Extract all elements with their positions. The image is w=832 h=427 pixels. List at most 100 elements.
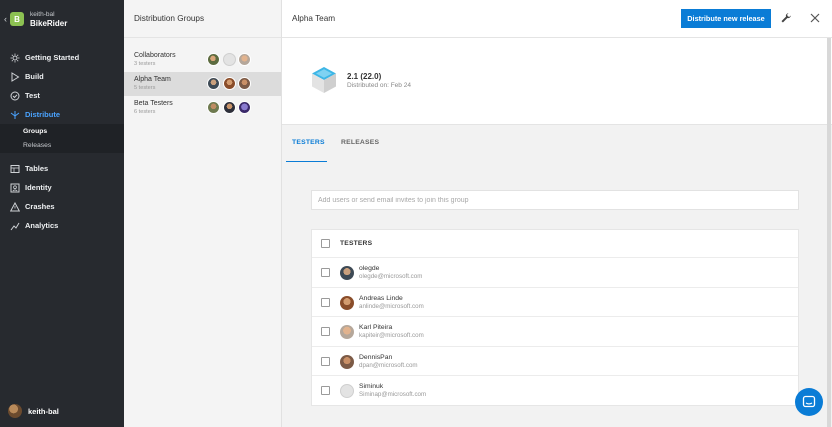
invite-input[interactable] <box>311 190 799 210</box>
wrench-icon[interactable] <box>780 12 792 24</box>
release-summary: 2.1 (22.0) Distributed on: Feb 24 <box>282 38 832 124</box>
nav-item-tables[interactable]: Tables <box>0 159 124 178</box>
table-row[interactable]: Karl Piteira kapiteir@microsoft.com <box>312 317 798 347</box>
nav-subitem-groups[interactable]: Groups <box>0 124 124 139</box>
tester-email: dpan@microsoft.com <box>359 361 418 369</box>
tester-email: olegde@microsoft.com <box>359 273 423 280</box>
nav-label: Tables <box>25 164 49 173</box>
tester-email: kapiteir@microsoft.com <box>359 332 424 339</box>
close-icon[interactable] <box>809 12 821 24</box>
nav-item-test[interactable]: Test <box>0 86 124 105</box>
check-circle-icon <box>9 90 20 101</box>
avatar <box>222 77 236 90</box>
main-header: Alpha Team Distribute new release <box>282 0 832 38</box>
avatar <box>222 53 236 66</box>
tester-name: Karl Piteira <box>359 324 393 331</box>
avatar <box>207 53 220 66</box>
select-all-checkbox[interactable] <box>321 239 330 248</box>
row-checkbox[interactable] <box>321 386 330 395</box>
app-header[interactable]: ‹ B keith-bal BikeRider <box>0 0 124 38</box>
scrollbar[interactable] <box>827 38 831 427</box>
nav-label: Analytics <box>25 221 59 230</box>
nav-item-getting-started[interactable]: Getting Started <box>0 48 124 67</box>
group-item-alpha-team[interactable]: Alpha Team 5 testers <box>124 72 281 96</box>
groups-panel: Distribution Groups Collaborators 3 test… <box>124 0 282 427</box>
group-name: Beta Testers <box>134 100 173 107</box>
release-date: Distributed on: Feb 24 <box>347 82 411 89</box>
testers-content: TESTERS olegde olegde@microsoft.com Andr… <box>282 162 832 427</box>
sun-icon <box>9 52 20 63</box>
warning-icon <box>9 201 20 212</box>
tester-name: DennisPan <box>359 353 393 361</box>
column-header: TESTERS <box>340 240 373 247</box>
nav-item-distribute[interactable]: Distribute <box>0 105 124 124</box>
scrollbar-thumb[interactable] <box>827 38 831 427</box>
table-row[interactable]: olegde olegde@microsoft.com <box>312 258 798 288</box>
tab-testers[interactable]: TESTERS <box>292 139 325 146</box>
table-row[interactable]: Andreas Linde anlinde@microsoft.com <box>312 288 798 317</box>
chat-button[interactable] <box>795 388 823 416</box>
user-name: keith-bal <box>28 406 59 416</box>
distribute-icon <box>9 109 20 120</box>
play-icon <box>9 71 20 82</box>
avatar <box>340 266 354 280</box>
nav-subitem-releases[interactable]: Releases <box>0 139 124 154</box>
avatar <box>340 354 354 369</box>
avatar <box>340 384 354 398</box>
testers-table: TESTERS olegde olegde@microsoft.com Andr… <box>311 229 799 406</box>
identity-icon <box>9 182 20 193</box>
groups-title: Distribution Groups <box>124 0 281 38</box>
table-header: TESTERS <box>312 230 798 258</box>
tester-name: olegde <box>359 265 380 272</box>
avatar <box>238 53 251 66</box>
tester-email: Siminap@microsoft.com <box>359 391 427 398</box>
release-version: 2.1 (22.0) <box>347 72 382 81</box>
avatar <box>207 77 220 90</box>
table-icon <box>9 163 20 174</box>
table-row[interactable]: Siminuk Siminap@microsoft.com <box>312 376 798 406</box>
row-checkbox[interactable] <box>321 327 330 336</box>
distribute-new-release-button[interactable]: Distribute new release <box>681 9 771 28</box>
group-count: 3 testers <box>134 61 156 67</box>
nav-label: Distribute <box>25 110 61 119</box>
row-checkbox[interactable] <box>321 268 330 277</box>
group-name: Alpha Team <box>134 76 171 83</box>
nav-item-crashes[interactable]: Crashes <box>0 197 124 216</box>
nav-label: Build <box>25 72 44 81</box>
distribute-submenu: Groups Releases <box>0 124 124 153</box>
tester-name: Andreas Linde <box>359 294 403 302</box>
nav-item-analytics[interactable]: Analytics <box>0 216 124 235</box>
group-name: Collaborators <box>134 52 176 59</box>
nav-label: Test <box>25 91 40 100</box>
user-menu[interactable]: keith-bal <box>8 404 59 418</box>
nav-item-build[interactable]: Build <box>0 67 124 86</box>
tab-releases[interactable]: RELEASES <box>341 139 379 146</box>
app-logo-letter: B <box>14 14 20 24</box>
back-chevron-icon[interactable]: ‹ <box>1 14 10 24</box>
table-row[interactable]: DennisPan dpan@microsoft.com <box>312 347 798 376</box>
avatar <box>238 101 251 114</box>
nav-item-identity[interactable]: Identity <box>0 178 124 197</box>
chat-icon <box>802 395 816 408</box>
group-item-beta-testers[interactable]: Beta Testers 6 testers <box>124 96 281 120</box>
avatar <box>207 101 220 114</box>
app-logo: B <box>10 12 24 26</box>
page-title: Alpha Team <box>292 14 336 23</box>
group-count: 5 testers <box>134 85 156 91</box>
main-panel: Alpha Team Distribute new release 2.1 (2… <box>282 0 832 427</box>
left-nav: ‹ B keith-bal BikeRider Getting Started … <box>0 0 124 427</box>
tabs-bar: TESTERS RELEASES <box>282 124 832 163</box>
nav-label: Getting Started <box>25 53 80 62</box>
group-count: 6 testers <box>134 109 156 115</box>
avatar <box>8 404 22 418</box>
row-checkbox[interactable] <box>321 356 330 366</box>
row-checkbox[interactable] <box>321 297 330 307</box>
nav-label: Crashes <box>25 202 55 211</box>
avatar <box>238 77 251 90</box>
app-owner: keith-bal <box>30 11 55 18</box>
nav-label: Identity <box>25 183 52 192</box>
group-item-collaborators[interactable]: Collaborators 3 testers <box>124 48 281 72</box>
app-name: BikeRider <box>30 19 68 28</box>
avatar <box>340 325 354 339</box>
avatar <box>340 295 354 310</box>
